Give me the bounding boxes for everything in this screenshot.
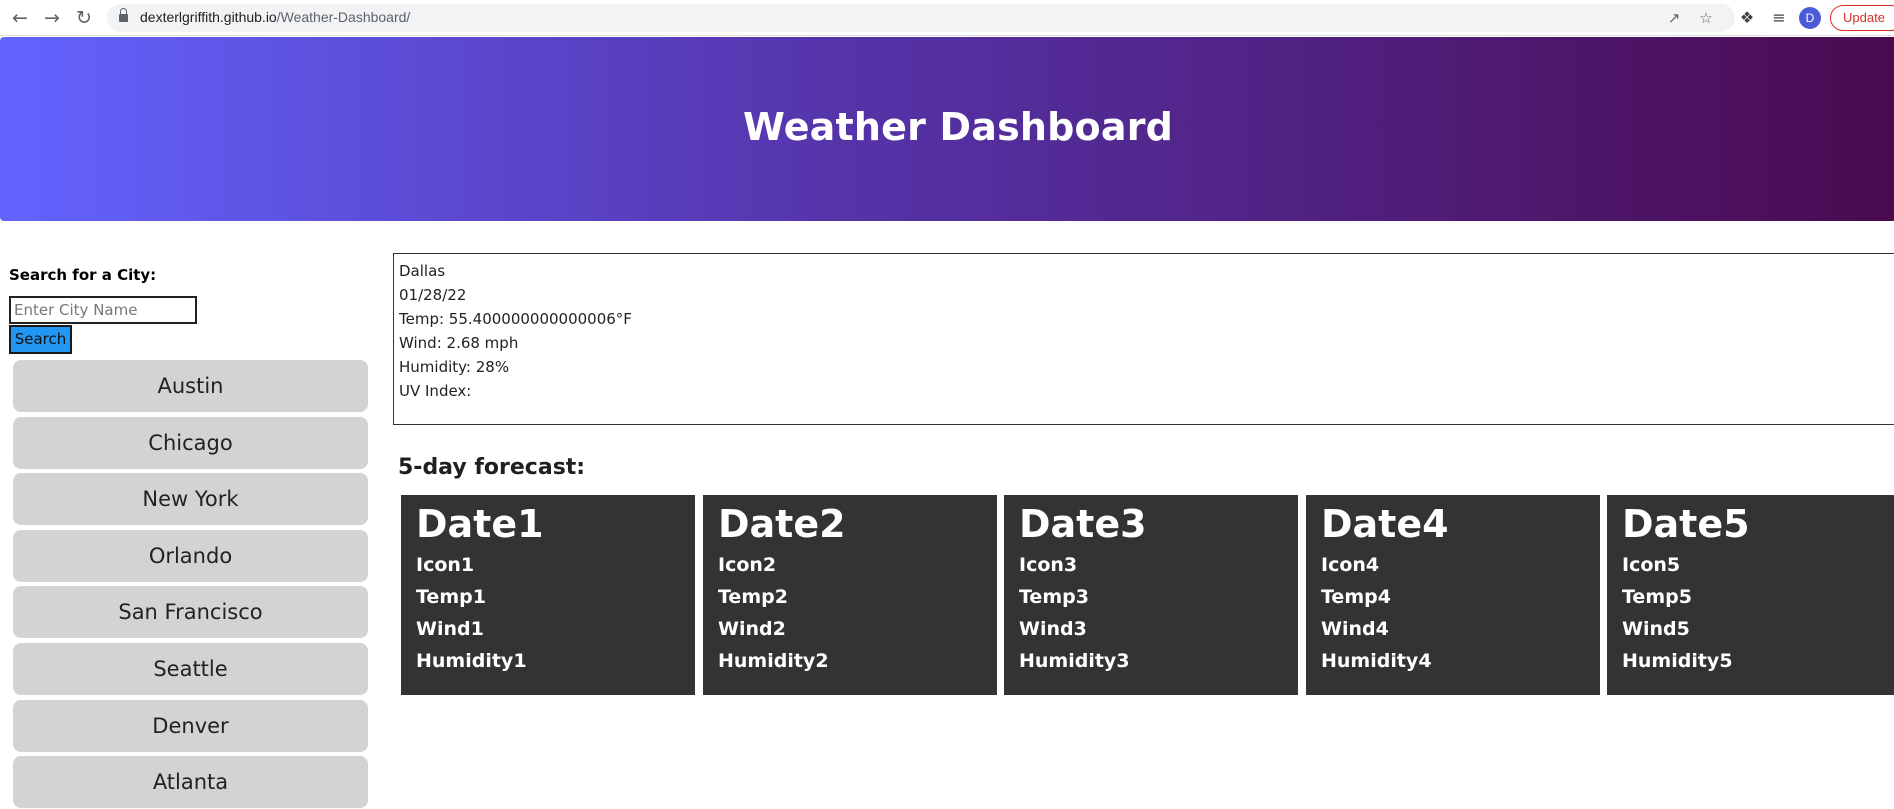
url-host: dexterlgriffith.github.io xyxy=(140,9,277,25)
share-icon[interactable]: ↗ xyxy=(1663,7,1685,29)
current-humidity: Humidity: 28% xyxy=(399,358,510,376)
back-arrow-icon[interactable]: ← xyxy=(8,6,32,30)
search-label: Search for a City: xyxy=(9,266,157,284)
forecast-wind: Wind4 xyxy=(1321,618,1389,640)
current-wind: Wind: 2.68 mph xyxy=(399,334,519,352)
browser-toolbar: ← → ↻ dexterlgriffith.github.io/Weather-… xyxy=(0,0,1894,36)
forecast-date: Date4 xyxy=(1321,502,1449,546)
forecast-wind: Wind1 xyxy=(416,618,484,640)
forecast-card-1: Date1 Icon1 Temp1 Wind1 Humidity1 xyxy=(401,495,695,695)
forecast-card-3: Date3 Icon3 Temp3 Wind3 Humidity3 xyxy=(1004,495,1298,695)
forecast-wind: Wind2 xyxy=(718,618,786,640)
forecast-temp: Temp2 xyxy=(718,586,788,608)
forecast-icon: Icon2 xyxy=(718,554,777,576)
extensions-puzzle-icon[interactable]: ❖ xyxy=(1735,6,1759,30)
current-temp: Temp: 55.400000000000006°F xyxy=(399,310,632,328)
forecast-icon: Icon1 xyxy=(416,554,475,576)
forecast-temp: Temp5 xyxy=(1622,586,1692,608)
reload-icon[interactable]: ↻ xyxy=(72,6,96,30)
forward-arrow-icon[interactable]: → xyxy=(40,6,64,30)
forecast-temp: Temp1 xyxy=(416,586,486,608)
forecast-humidity: Humidity4 xyxy=(1321,650,1432,672)
city-button-seattle[interactable]: Seattle xyxy=(13,642,368,695)
search-button[interactable]: Search xyxy=(9,325,72,354)
forecast-humidity: Humidity2 xyxy=(718,650,829,672)
lock-icon[interactable] xyxy=(119,8,128,22)
current-uv-index: UV Index: xyxy=(399,382,472,400)
address-bar[interactable]: dexterlgriffith.github.io/Weather-Dashbo… xyxy=(107,4,1735,32)
page-title: Weather Dashboard xyxy=(742,105,1174,149)
forecast-date: Date1 xyxy=(416,502,544,546)
forecast-humidity: Humidity1 xyxy=(416,650,527,672)
forecast-date: Date5 xyxy=(1622,502,1750,546)
city-button-orlando[interactable]: Orlando xyxy=(13,529,368,582)
avatar[interactable]: D xyxy=(1799,7,1821,29)
forecast-date: Date3 xyxy=(1019,502,1147,546)
forecast-card-2: Date2 Icon2 Temp2 Wind2 Humidity2 xyxy=(703,495,997,695)
forecast-date: Date2 xyxy=(718,502,846,546)
header-banner: Weather Dashboard xyxy=(0,37,1894,221)
forecast-heading: 5-day forecast: xyxy=(398,455,586,480)
current-city: Dallas xyxy=(399,262,446,280)
forecast-humidity: Humidity3 xyxy=(1019,650,1130,672)
forecast-icon: Icon5 xyxy=(1622,554,1681,576)
city-history-list: Austin Chicago New York Orlando San Fran… xyxy=(13,360,368,809)
reading-list-icon[interactable]: ≡ xyxy=(1767,6,1791,30)
forecast-cards: Date1 Icon1 Temp1 Wind1 Humidity1 Date2 … xyxy=(401,495,1894,695)
bookmark-star-icon[interactable]: ☆ xyxy=(1695,7,1717,29)
city-button-san-francisco[interactable]: San Francisco xyxy=(13,586,368,639)
forecast-wind: Wind5 xyxy=(1622,618,1690,640)
current-date: 01/28/22 xyxy=(399,286,467,304)
city-search-input[interactable] xyxy=(9,296,197,324)
city-button-denver[interactable]: Denver xyxy=(13,699,368,752)
update-button[interactable]: Update xyxy=(1830,5,1894,31)
forecast-card-5: Date5 Icon5 Temp5 Wind5 Humidity5 xyxy=(1607,495,1894,695)
city-button-austin[interactable]: Austin xyxy=(13,360,368,412)
forecast-temp: Temp4 xyxy=(1321,586,1391,608)
url-text[interactable]: dexterlgriffith.github.io/Weather-Dashbo… xyxy=(140,9,410,25)
forecast-wind: Wind3 xyxy=(1019,618,1087,640)
forecast-card-4: Date4 Icon4 Temp4 Wind4 Humidity4 xyxy=(1306,495,1600,695)
city-button-new-york[interactable]: New York xyxy=(13,473,368,526)
city-button-atlanta[interactable]: Atlanta xyxy=(13,756,368,809)
forecast-temp: Temp3 xyxy=(1019,586,1089,608)
url-path: /Weather-Dashboard/ xyxy=(276,9,411,25)
current-weather-panel: Dallas 01/28/22 Temp: 55.400000000000006… xyxy=(393,253,1894,425)
forecast-humidity: Humidity5 xyxy=(1622,650,1733,672)
city-button-chicago[interactable]: Chicago xyxy=(13,416,368,469)
forecast-icon: Icon3 xyxy=(1019,554,1078,576)
forecast-icon: Icon4 xyxy=(1321,554,1380,576)
